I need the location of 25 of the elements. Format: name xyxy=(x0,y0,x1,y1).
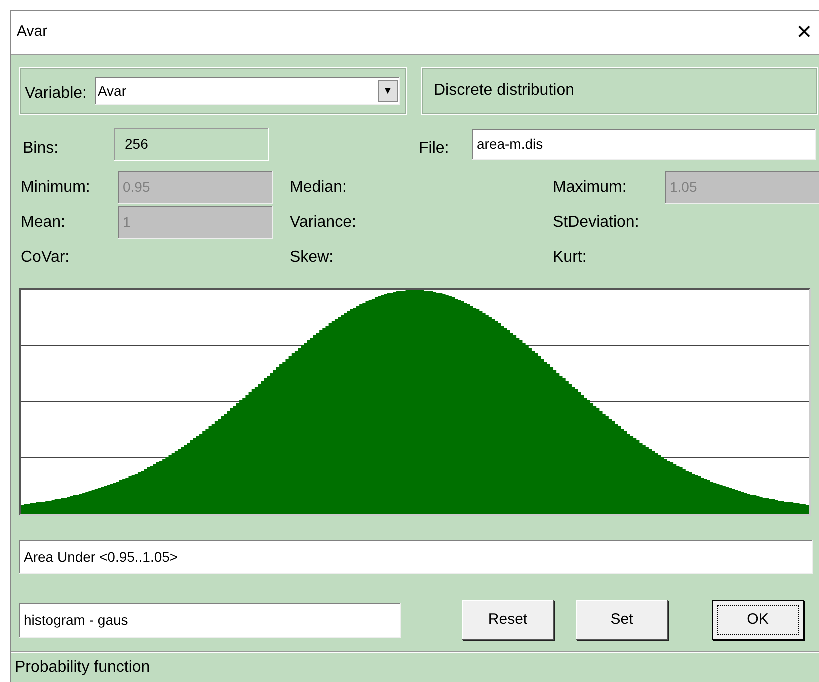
file-field[interactable]: area-m.dis xyxy=(472,128,816,160)
stat-label: Median: xyxy=(290,178,348,198)
variable-dropdown[interactable]: Avar ▼ xyxy=(94,77,400,105)
variable-label: Variable: xyxy=(25,84,87,104)
stat-label: Skew: xyxy=(290,248,335,268)
status-bar: Probability function xyxy=(11,652,819,682)
file-label: File: xyxy=(419,139,450,159)
close-button[interactable]: ✕ xyxy=(792,22,817,42)
bins-label: Bins: xyxy=(22,139,60,159)
name-field[interactable]: histogram - gaus xyxy=(19,602,401,638)
distribution-type-label: Discrete distribution xyxy=(434,81,574,101)
dialog-button[interactable]: Reset xyxy=(462,600,554,640)
window-title: Avar xyxy=(17,22,48,42)
dialog-button[interactable]: OK xyxy=(712,600,804,640)
stat-label: Variance: xyxy=(290,212,358,232)
dialog-button[interactable]: Set xyxy=(576,600,668,640)
stat-label: Maximum: xyxy=(553,178,628,198)
stat-label: Mean: xyxy=(21,212,66,232)
bins-field[interactable]: 256 xyxy=(114,128,269,160)
stat-label: Kurt: xyxy=(553,248,588,268)
stat-label: Minimum: xyxy=(21,178,92,198)
stat-label: CoVar: xyxy=(21,248,71,268)
stat-label: StDeviation: xyxy=(553,212,640,232)
dropdown-value: Avar xyxy=(98,82,127,100)
area-under-field[interactable]: Area Under <0.95..1.05> xyxy=(19,540,813,574)
